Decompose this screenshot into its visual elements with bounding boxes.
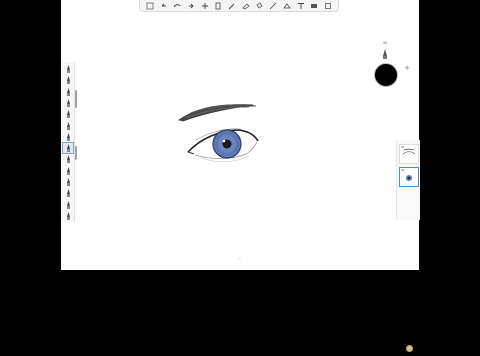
brush-4[interactable] bbox=[63, 98, 73, 108]
brush-14[interactable] bbox=[63, 211, 73, 221]
text-icon[interactable] bbox=[296, 1, 305, 10]
gallery-icon[interactable] bbox=[145, 1, 154, 10]
eye-drawing bbox=[178, 104, 259, 162]
transform-icon[interactable] bbox=[186, 1, 195, 10]
ruler-icon[interactable] bbox=[269, 1, 278, 10]
canvas-indicator bbox=[238, 257, 241, 260]
brush-6[interactable] bbox=[63, 120, 73, 130]
image-icon[interactable] bbox=[310, 1, 319, 10]
brush-9[interactable] bbox=[63, 154, 73, 164]
background-color-swatch[interactable] bbox=[405, 344, 413, 352]
move-icon[interactable] bbox=[200, 1, 209, 10]
brush-preview-icon[interactable] bbox=[378, 46, 392, 62]
background-layer[interactable] bbox=[399, 340, 419, 356]
brush-palette bbox=[62, 62, 75, 222]
fill-icon[interactable] bbox=[255, 1, 264, 10]
brush-13[interactable] bbox=[63, 199, 73, 209]
eraser-icon[interactable] bbox=[241, 1, 250, 10]
add-layer-button[interactable]: + bbox=[402, 63, 412, 73]
layer-panel: 01 02 bbox=[396, 140, 420, 352]
brush-3[interactable] bbox=[63, 87, 73, 97]
undo-icon[interactable] bbox=[159, 1, 168, 10]
top-toolbar bbox=[139, 0, 339, 12]
brush-2[interactable] bbox=[63, 75, 73, 85]
perspective-icon[interactable] bbox=[282, 1, 291, 10]
brush-12[interactable] bbox=[63, 188, 73, 198]
brush-5[interactable] bbox=[63, 109, 73, 119]
layer-thumbnail[interactable]: 01 bbox=[399, 144, 419, 164]
brush-11[interactable] bbox=[63, 177, 73, 187]
brush-1[interactable] bbox=[63, 64, 73, 74]
palette-scrollbar[interactable] bbox=[75, 90, 77, 108]
brush-8[interactable] bbox=[62, 141, 74, 155]
fullscreen-icon[interactable] bbox=[323, 1, 332, 10]
brush-10[interactable] bbox=[63, 166, 73, 176]
pencil-icon[interactable] bbox=[228, 1, 237, 10]
brush-7[interactable] bbox=[63, 132, 73, 142]
crop-icon[interactable] bbox=[214, 1, 223, 10]
color-puck[interactable] bbox=[374, 63, 398, 87]
palette-scrollbar-secondary[interactable] bbox=[75, 146, 77, 160]
layer-thumbnail-selected[interactable]: 02 bbox=[399, 167, 419, 187]
redo-icon[interactable] bbox=[173, 1, 182, 10]
